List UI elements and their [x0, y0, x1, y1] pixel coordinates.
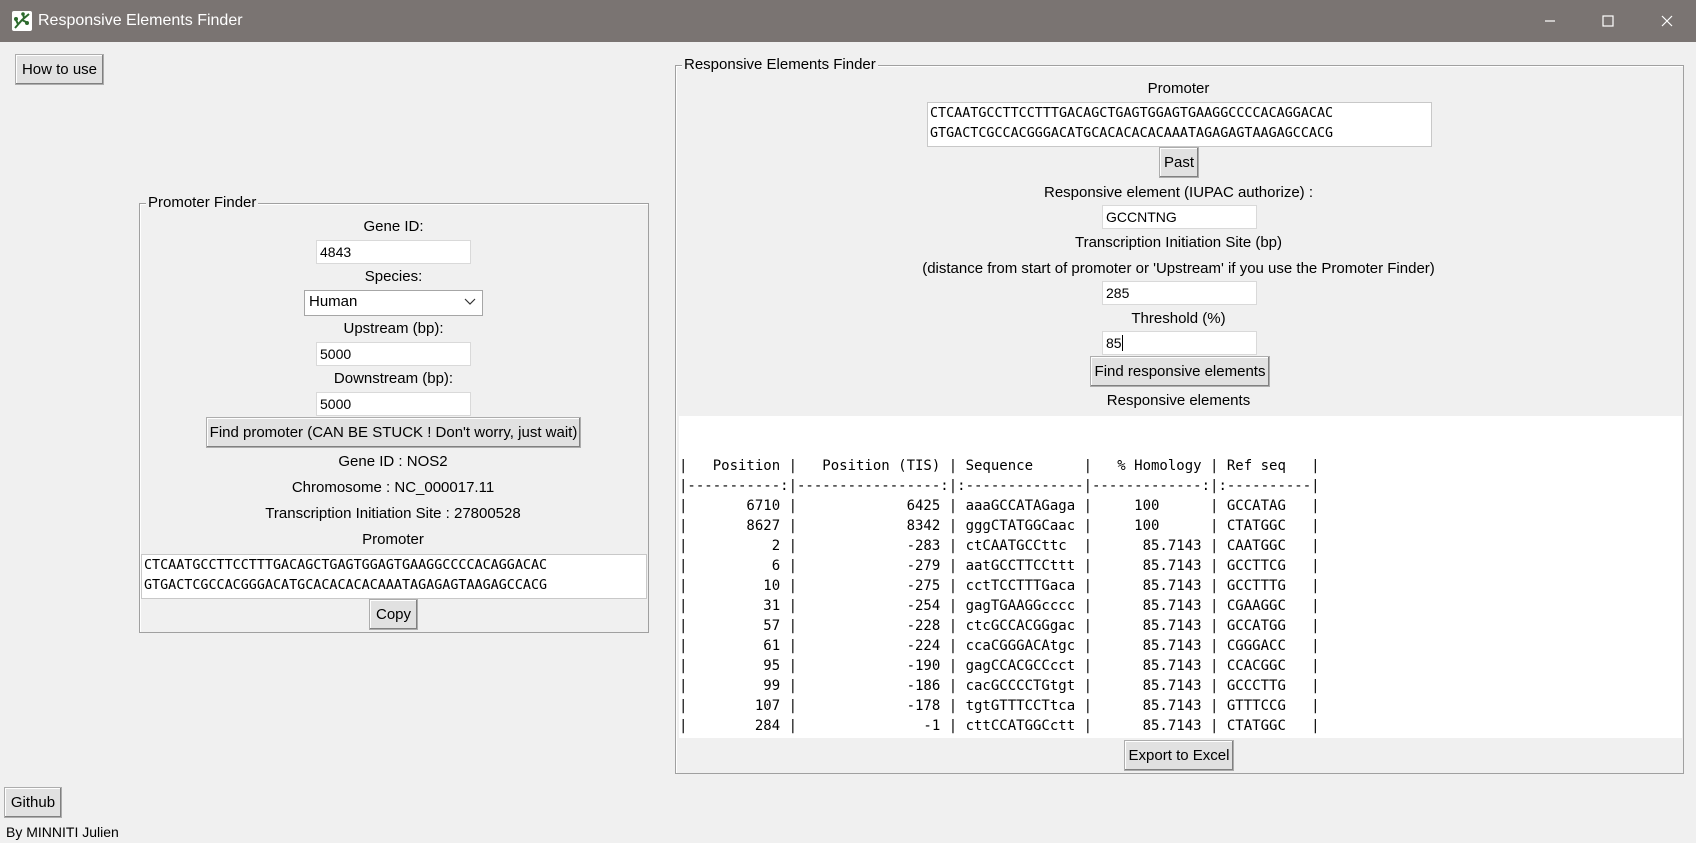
promoter-label: Promoter: [362, 531, 424, 548]
promoter-line: CTCAATGCCTTCCTTTGACAGCTGAGTGGAGTGAAGGCCC…: [144, 558, 548, 573]
species-value: Human: [309, 293, 358, 310]
copy-button[interactable]: Copy: [369, 599, 418, 630]
promoter-finder-title: Promoter Finder: [146, 194, 259, 211]
table-row: | 95 | -190 | gagCCACGCCcct | 85.7143 | …: [679, 658, 1320, 674]
species-label: Species:: [364, 268, 423, 285]
gene-id-input[interactable]: 4843: [316, 240, 471, 264]
minimize-icon: [1545, 20, 1555, 22]
ref-promoter-input[interactable]: CTCAATGCCTTCCTTTGACAGCTGAGTGGAGTGAAGGCCC…: [927, 102, 1432, 147]
tis-result: Transcription Initiation Site : 27800528: [265, 505, 521, 522]
close-icon: [1661, 15, 1673, 27]
results-table[interactable]: | Position | Position (TIS) | Sequence |…: [679, 416, 1682, 738]
chevron-down-icon: [464, 294, 476, 312]
upstream-label: Upstream (bp):: [343, 320, 444, 337]
re-input[interactable]: GCCNTNG: [1102, 205, 1257, 229]
table-header: | Position | Position (TIS) | Sequence |…: [679, 458, 1320, 474]
chromosome-result: Chromosome : NC_000017.11: [291, 479, 495, 496]
window-title: Responsive Elements Finder: [38, 12, 243, 29]
downstream-label: Downstream (bp):: [333, 370, 454, 387]
table-row: | 288 | 3 | catGGCCTTGcac | 85.7143 | GC…: [679, 736, 1682, 738]
gene-id-label: Gene ID:: [363, 218, 424, 235]
close-button[interactable]: [1647, 8, 1687, 34]
results-lines: | Position | Position (TIS) | Sequence |…: [679, 456, 1682, 738]
github-button[interactable]: Github: [4, 787, 62, 818]
promoter-output[interactable]: CTCAATGCCTTCCTTTGACAGCTGAGTGGAGTGAAGGCCC…: [141, 554, 647, 599]
table-row: | 61 | -224 | ccaCGGGACAtgc | 85.7143 | …: [679, 638, 1320, 654]
threshold-value: 85: [1106, 335, 1122, 351]
table-row: | 57 | -228 | ctcGCCACGGgac | 85.7143 | …: [679, 618, 1320, 634]
promoter-line: GTGACTCGCCACGGGACATGCACACACACAAATAGAGAGT…: [144, 578, 548, 593]
species-select[interactable]: Human: [304, 290, 483, 316]
threshold-input[interactable]: 85: [1102, 331, 1257, 355]
results-label: Responsive elements: [1106, 392, 1251, 409]
find-responsive-elements-button[interactable]: Find responsive elements: [1090, 356, 1270, 387]
threshold-label: Threshold (%): [1131, 310, 1226, 327]
app-icon: [12, 11, 32, 31]
table-row: | 2 | -283 | ctCAATGCCttc | 85.7143 | CA…: [679, 538, 1320, 554]
past-button[interactable]: Past: [1159, 147, 1199, 178]
maximize-button[interactable]: [1588, 8, 1628, 34]
export-to-excel-button[interactable]: Export to Excel: [1124, 740, 1234, 771]
text-caret: [1121, 335, 1123, 351]
author-label: By MINNITI Julien: [6, 824, 119, 840]
tis-label: Transcription Initiation Site (bp): [1074, 234, 1283, 251]
table-row: | 284 | -1 | cttCCATGGCctt | 85.7143 | C…: [679, 718, 1320, 734]
table-row: | 31 | -254 | gagTGAAGGcccc | 85.7143 | …: [679, 598, 1320, 614]
upstream-input[interactable]: 5000: [316, 342, 471, 366]
table-row: | 107 | -178 | tgtGTTTCCTtca | 85.7143 |…: [679, 698, 1320, 714]
re-label: Responsive element (IUPAC authorize) :: [1043, 184, 1313, 201]
title-bar: Responsive Elements Finder: [0, 0, 1696, 42]
tis-note: (distance from start of promoter or 'Ups…: [922, 260, 1435, 277]
table-row: | 8627 | 8342 | gggCTATGGCaac | 100 | CT…: [679, 518, 1320, 534]
ref-promoter-line: GTGACTCGCCACGGGACATGCACACACACAAATAGAGAGT…: [930, 126, 1334, 141]
ref-frame-title: Responsive Elements Finder: [682, 56, 878, 73]
find-promoter-button[interactable]: Find promoter (CAN BE STUCK ! Don't worr…: [206, 417, 581, 448]
maximize-icon: [1602, 15, 1614, 27]
minimize-button[interactable]: [1530, 8, 1570, 34]
how-to-use-button[interactable]: How to use: [15, 54, 104, 85]
ref-promoter-line: CTCAATGCCTTCCTTTGACAGCTGAGTGGAGTGAAGGCCC…: [930, 106, 1334, 121]
table-separator: |-----------:|-----------------:|:------…: [679, 478, 1320, 494]
gene-id-result: Gene ID : NOS2: [338, 453, 448, 470]
table-row: | 6710 | 6425 | aaaGCCATAGaga | 100 | GC…: [679, 498, 1320, 514]
downstream-input[interactable]: 5000: [316, 392, 471, 416]
tis-input[interactable]: 285: [1102, 281, 1257, 305]
table-row: | 10 | -275 | cctTCCTTTGaca | 85.7143 | …: [679, 578, 1320, 594]
table-row: | 6 | -279 | aatGCCTTCCttt | 85.7143 | G…: [679, 558, 1320, 574]
table-row: | 99 | -186 | cacGCCCCTGtgt | 85.7143 | …: [679, 678, 1320, 694]
ref-promoter-label: Promoter: [1147, 80, 1210, 97]
